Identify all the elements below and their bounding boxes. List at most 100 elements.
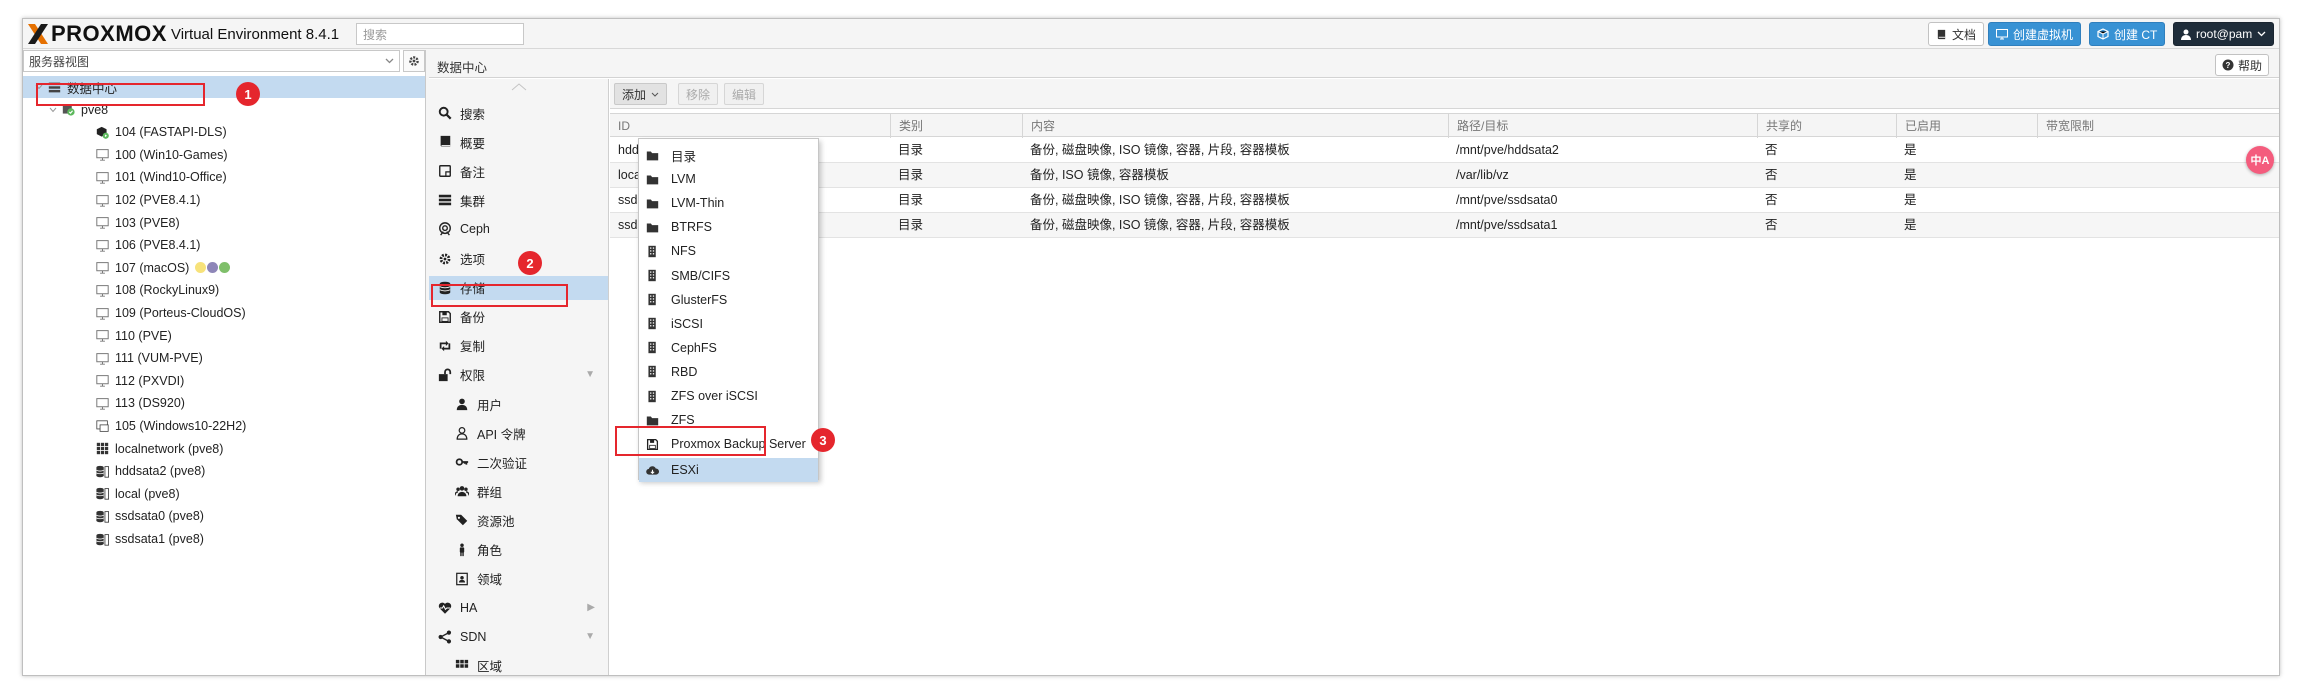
create-ct-button[interactable]: 创建 CT bbox=[2089, 22, 2166, 46]
nav-item-note[interactable]: 备注 bbox=[429, 159, 608, 183]
vm-tag-dot bbox=[195, 262, 207, 274]
add-menu-item-nfs[interactable]: NFS bbox=[639, 239, 818, 263]
nav-item-label: 资源池 bbox=[477, 514, 515, 529]
nav-item-id-card[interactable]: 领域 bbox=[429, 567, 608, 591]
add-menu-item-glusterfs[interactable]: GlusterFS bbox=[639, 288, 818, 312]
tree-item[interactable]: 102 (PVE8.4.1) bbox=[23, 189, 425, 211]
nav-item-unlock[interactable]: 权限 ▼ bbox=[429, 363, 608, 387]
nav-item-zone-grid[interactable]: 区域 bbox=[429, 654, 608, 675]
nav-item-sdn[interactable]: SDN ▼ bbox=[429, 625, 608, 649]
add-storage-button[interactable]: 添加 bbox=[614, 83, 668, 105]
nav-item-user-outline[interactable]: API 令牌 bbox=[429, 421, 608, 445]
add-menu-item-label: iSCSI bbox=[671, 316, 703, 331]
table-row[interactable]: local 目录 备份, ISO 镜像, 容器模板/var/lib/vz 否是 bbox=[610, 163, 2279, 188]
help-button[interactable]: ? 帮助 bbox=[2214, 54, 2269, 76]
add-menu-item-zfs-over-iscsi[interactable]: ZFS over iSCSI bbox=[639, 384, 818, 408]
nav-item-server[interactable]: 集群 bbox=[429, 188, 608, 212]
heartbeat-icon bbox=[438, 602, 452, 614]
chevron-down-icon bbox=[2257, 31, 2266, 37]
nav-item-male[interactable]: 角色 bbox=[429, 538, 608, 562]
column-header[interactable]: 带宽限制 bbox=[2037, 114, 2279, 138]
column-header[interactable]: 路径/目标 bbox=[1448, 114, 1757, 138]
menu-scroll-up-icon[interactable] bbox=[511, 83, 527, 91]
add-menu-item-lvm[interactable]: LVM bbox=[639, 167, 818, 191]
tree-item[interactable]: hddsata2 (pve8) bbox=[23, 460, 425, 482]
tree-item-label: 111 (VUM-PVE) bbox=[115, 351, 203, 366]
column-header[interactable]: ID bbox=[610, 114, 890, 138]
add-menu-item-cephfs[interactable]: CephFS bbox=[639, 336, 818, 360]
storage-content: 添加 移除 编辑 ID类别内容路径/目标共享的已启用带宽限制 hddsata2目… bbox=[610, 79, 2279, 675]
tree-item[interactable]: 104 (FASTAPI-DLS) bbox=[23, 121, 425, 143]
add-menu-item-esxi[interactable]: ESXi bbox=[639, 458, 818, 483]
tree-item[interactable]: ssdsata0 (pve8) bbox=[23, 505, 425, 527]
table-cell: 备份, 磁盘映像, ISO 镜像, 容器, 片段, 容器模板 bbox=[1030, 143, 1290, 157]
edit-button[interactable]: 编辑 bbox=[724, 83, 765, 105]
tree-item-label: local (pve8) bbox=[115, 486, 180, 501]
column-header[interactable]: 已启用 bbox=[1896, 114, 2037, 138]
tree-item[interactable]: ssdsata1 (pve8) bbox=[23, 528, 425, 550]
tree-item[interactable]: 101 (Wind10-Office) bbox=[23, 166, 425, 188]
nav-item-user[interactable]: 用户 bbox=[429, 392, 608, 416]
add-menu-item-iscsi[interactable]: iSCSI bbox=[639, 312, 818, 336]
nav-item-users[interactable]: 群组 bbox=[429, 479, 608, 503]
create-vm-label: 创建虚拟机 bbox=[2013, 27, 2074, 42]
column-header[interactable]: 类别 bbox=[890, 114, 1022, 138]
nav-item-search[interactable]: 搜索 bbox=[429, 101, 608, 125]
global-search-input[interactable]: 搜索 bbox=[356, 23, 524, 45]
translate-badge[interactable]: 中A bbox=[2246, 146, 2274, 174]
table-row[interactable]: ssdsata1目录备份, 磁盘映像, ISO 镜像, 容器, 片段, 容器模板… bbox=[610, 213, 2279, 238]
tree-item[interactable]: 113 (DS920) bbox=[23, 392, 425, 414]
tree-item[interactable]: 100 (Win10-Games) bbox=[23, 144, 425, 166]
chevron-down-icon: ▼ bbox=[585, 631, 595, 643]
vm-icon bbox=[96, 194, 109, 207]
tree-item[interactable]: 107 (macOS) bbox=[23, 257, 425, 279]
tree-item-label: 105 (Windows10-22H2) bbox=[115, 419, 247, 433]
vm-tag-dot bbox=[207, 262, 219, 274]
nav-item-floppy[interactable]: 备份 bbox=[429, 305, 608, 329]
view-selector[interactable]: 服务器视图 bbox=[23, 50, 400, 72]
tree-item[interactable]: 106 (PVE8.4.1) bbox=[23, 234, 425, 256]
annotation-box-storage bbox=[431, 284, 568, 307]
tree-expand-icon[interactable] bbox=[49, 106, 57, 114]
user-menu-button[interactable]: root@pam bbox=[2173, 22, 2275, 46]
add-menu-item-lvm-thin[interactable]: LVM-Thin bbox=[639, 191, 818, 215]
add-menu-item-btrfs[interactable]: BTRFS bbox=[639, 215, 818, 239]
tree-item[interactable]: 112 (PXVDI) bbox=[23, 370, 425, 392]
nav-item-label: 概要 bbox=[460, 136, 486, 151]
column-header[interactable]: 共享的 bbox=[1757, 114, 1896, 138]
nav-item-retweet[interactable]: 复制 bbox=[429, 334, 608, 358]
table-row[interactable]: hddsata2目录备份, 磁盘映像, ISO 镜像, 容器, 片段, 容器模板… bbox=[610, 138, 2279, 163]
chevron-right-icon: ▶ bbox=[587, 602, 595, 614]
tree-settings-button[interactable] bbox=[403, 50, 425, 72]
nav-item-tags[interactable]: 资源池 bbox=[429, 508, 608, 532]
vm-icon bbox=[96, 285, 109, 297]
table-cell: 否 bbox=[1765, 218, 1778, 232]
table-cell: /var/lib/vz bbox=[1456, 168, 1509, 182]
tree-item[interactable]: 108 (RockyLinux9) bbox=[23, 279, 425, 301]
tree-item-label: 107 (macOS) bbox=[115, 260, 190, 275]
add-menu-item-smb-cifs[interactable]: SMB/CIFS bbox=[639, 264, 818, 288]
remove-button[interactable]: 移除 bbox=[678, 83, 719, 105]
create-vm-button[interactable]: 创建虚拟机 bbox=[1988, 22, 2082, 46]
nav-item-book[interactable]: 概要 bbox=[429, 130, 608, 154]
add-menu-item--[interactable]: 目录 bbox=[639, 143, 818, 167]
nav-item-heartbeat[interactable]: HA ▶ bbox=[429, 596, 608, 620]
docs-button[interactable]: 文档 bbox=[1928, 22, 1985, 46]
add-menu-item-rbd[interactable]: RBD bbox=[639, 360, 818, 384]
tree-item-label: 112 (PXVDI) bbox=[115, 373, 185, 388]
tree-item[interactable]: 109 (Porteus-CloudOS) bbox=[23, 302, 425, 324]
tree-item[interactable]: 105 (Windows10-22H2) bbox=[23, 415, 425, 437]
tree-item[interactable]: local (pve8) bbox=[23, 483, 425, 505]
table-row[interactable]: ssdsata0目录备份, 磁盘映像, ISO 镜像, 容器, 片段, 容器模板… bbox=[610, 188, 2279, 213]
nav-item-ceph[interactable]: Ceph bbox=[429, 217, 608, 241]
tree-item[interactable]: 111 (VUM-PVE) bbox=[23, 347, 425, 369]
add-menu-item-label: SMB/CIFS bbox=[671, 268, 731, 283]
folder-icon bbox=[646, 150, 659, 160]
tree-item[interactable]: 110 (PVE) bbox=[23, 325, 425, 347]
column-header[interactable]: 内容 bbox=[1022, 114, 1448, 138]
tree-item[interactable]: 103 (PVE8) bbox=[23, 212, 425, 234]
nav-item-key[interactable]: 二次验证 bbox=[429, 450, 608, 474]
tree-item[interactable]: localnetwork (pve8) bbox=[23, 438, 425, 460]
nav-item-label: Ceph bbox=[460, 222, 490, 237]
cube-icon bbox=[2097, 28, 2109, 40]
